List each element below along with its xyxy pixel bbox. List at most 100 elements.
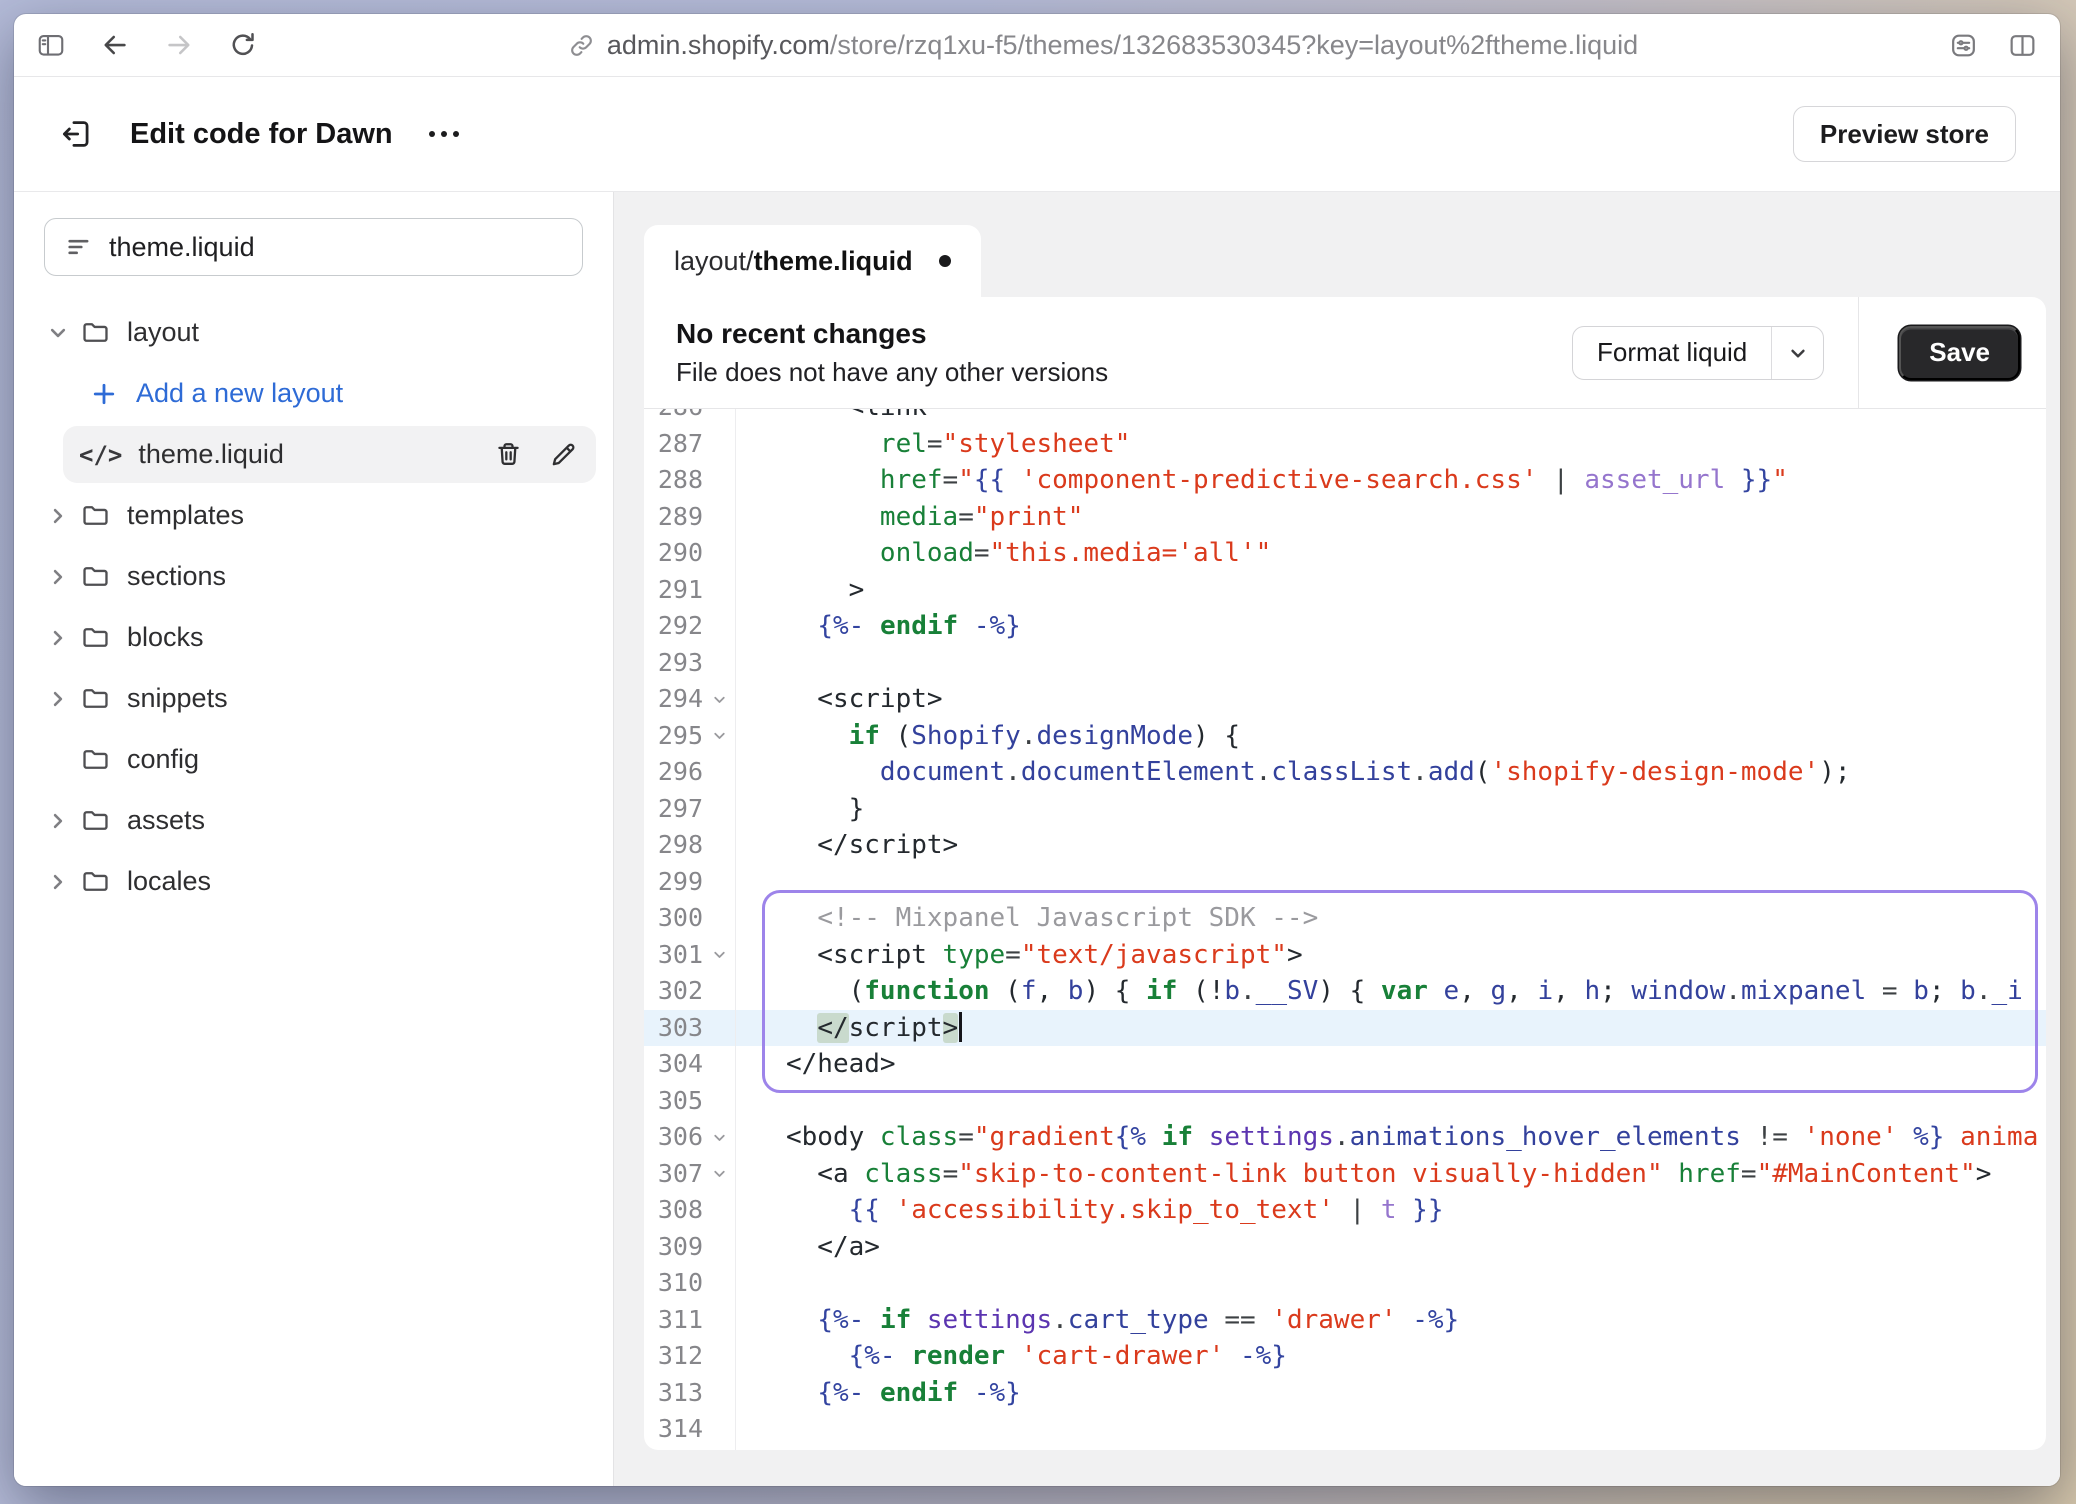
fold-chevron-icon[interactable] <box>703 1129 735 1146</box>
code-text[interactable] <box>736 864 2046 901</box>
code-line-298[interactable]: 298 </script> <box>644 827 2046 864</box>
code-text[interactable]: <link <box>736 409 2046 426</box>
chevron-down-icon[interactable] <box>1771 327 1823 379</box>
code-text[interactable]: {% sections 'header-group' %} <box>736 1448 2046 1451</box>
fold-chevron-icon[interactable] <box>703 691 735 708</box>
more-actions-button[interactable] <box>429 131 459 137</box>
code-text[interactable]: </a> <box>736 1229 2046 1266</box>
chevron-right-icon[interactable] <box>44 807 80 835</box>
code-text[interactable]: {%- if settings.cart_type == 'drawer' -%… <box>736 1302 2046 1339</box>
address-bar[interactable]: admin.shopify.com/store/rzq1xu-f5/themes… <box>258 30 1948 61</box>
code-line-301[interactable]: 301 <script type="text/javascript"> <box>644 937 2046 974</box>
code-text[interactable]: <a class="skip-to-content-link button vi… <box>736 1156 2046 1193</box>
code-text[interactable]: href="{{ 'component-predictive-search.cs… <box>736 462 2046 499</box>
code-text[interactable] <box>736 1083 2046 1120</box>
chevron-right-icon[interactable] <box>44 624 80 652</box>
sidebar-item-blocks[interactable]: blocks <box>14 609 613 666</box>
code-line-307[interactable]: 307 <a class="skip-to-content-link butto… <box>644 1156 2046 1193</box>
code-editor[interactable]: 286 <link287 rel="stylesheet"288 href="{… <box>644 409 2046 1450</box>
file-search-box[interactable] <box>44 218 583 276</box>
exit-icon[interactable] <box>58 116 94 152</box>
sidebar-item-layout[interactable]: layout <box>14 304 613 361</box>
page-settings-icon[interactable] <box>1948 30 1979 61</box>
sidebar-toggle-icon[interactable] <box>36 30 66 60</box>
code-line-293[interactable]: 293 <box>644 645 2046 682</box>
fold-chevron-icon[interactable] <box>703 1165 735 1182</box>
code-text[interactable]: {%- endif -%} <box>736 608 2046 645</box>
chevron-down-icon[interactable] <box>44 319 80 347</box>
code-text[interactable] <box>736 1411 2046 1448</box>
code-text[interactable]: <body class="gradient{% if settings.anim… <box>736 1119 2046 1156</box>
code-line-306[interactable]: 306<body class="gradient{% if settings.a… <box>644 1119 2046 1156</box>
code-text[interactable]: {%- endif -%} <box>736 1375 2046 1412</box>
fold-chevron-icon[interactable] <box>703 946 735 963</box>
code-line-310[interactable]: 310 <box>644 1265 2046 1302</box>
code-text[interactable]: } <box>736 791 2046 828</box>
code-line-312[interactable]: 312 {%- render 'cart-drawer' -%} <box>644 1338 2046 1375</box>
sidebar-item-sections[interactable]: sections <box>14 548 613 605</box>
code-line-311[interactable]: 311 {%- if settings.cart_type == 'drawer… <box>644 1302 2046 1339</box>
chevron-right-icon[interactable] <box>44 563 80 591</box>
code-line-314[interactable]: 314 <box>644 1411 2046 1448</box>
code-text[interactable]: </head> <box>736 1046 2046 1083</box>
code-line-302[interactable]: 302 (function (f, b) { if (!b.__SV) { va… <box>644 973 2046 1010</box>
code-text[interactable]: media="print" <box>736 499 2046 536</box>
format-liquid-label[interactable]: Format liquid <box>1573 327 1771 379</box>
code-text[interactable]: {{ 'accessibility.skip_to_text' | t }} <box>736 1192 2046 1229</box>
chevron-right-icon[interactable] <box>44 685 80 713</box>
sidebar-item-templates[interactable]: templates <box>14 487 613 544</box>
chevron-right-icon[interactable] <box>44 502 80 530</box>
code-text[interactable]: > <box>736 572 2046 609</box>
code-line-299[interactable]: 299 <box>644 864 2046 901</box>
code-line-294[interactable]: 294 <script> <box>644 681 2046 718</box>
reload-icon[interactable] <box>228 30 258 60</box>
code-line-286[interactable]: 286 <link <box>644 409 2046 426</box>
code-line-303[interactable]: 303 </script> <box>644 1010 2046 1047</box>
sidebar-item-add-a-new-layout[interactable]: Add a new layout <box>14 365 613 422</box>
code-text[interactable]: </script> <box>736 1010 2046 1047</box>
forward-icon[interactable] <box>164 30 194 60</box>
code-text[interactable]: <!-- Mixpanel Javascript SDK --> <box>736 900 2046 937</box>
fold-chevron-icon[interactable] <box>703 727 735 744</box>
chevron-right-icon[interactable] <box>44 868 80 896</box>
code-line-289[interactable]: 289 media="print" <box>644 499 2046 536</box>
format-liquid-button[interactable]: Format liquid <box>1572 326 1824 380</box>
code-line-292[interactable]: 292 {%- endif -%} <box>644 608 2046 645</box>
tab-theme-liquid[interactable]: layout/theme.liquid <box>644 225 981 297</box>
sidebar-item-assets[interactable]: assets <box>14 792 613 849</box>
code-line-304[interactable]: 304</head> <box>644 1046 2046 1083</box>
sidebar-item-snippets[interactable]: snippets <box>14 670 613 727</box>
trash-icon[interactable] <box>494 440 523 469</box>
save-button[interactable]: Save <box>1899 326 2020 380</box>
search-input[interactable] <box>109 232 562 263</box>
sidebar-item-locales[interactable]: locales <box>14 853 613 910</box>
code-text[interactable]: if (Shopify.designMode) { <box>736 718 2046 755</box>
code-line-297[interactable]: 297 } <box>644 791 2046 828</box>
code-text[interactable] <box>736 1265 2046 1302</box>
code-text[interactable]: <script type="text/javascript"> <box>736 937 2046 974</box>
code-text[interactable]: </script> <box>736 827 2046 864</box>
code-line-296[interactable]: 296 document.documentElement.classList.a… <box>644 754 2046 791</box>
code-line-288[interactable]: 288 href="{{ 'component-predictive-searc… <box>644 462 2046 499</box>
code-line-295[interactable]: 295 if (Shopify.designMode) { <box>644 718 2046 755</box>
pencil-icon[interactable] <box>549 440 578 469</box>
code-text[interactable]: rel="stylesheet" <box>736 426 2046 463</box>
code-line-291[interactable]: 291 > <box>644 572 2046 609</box>
code-line-313[interactable]: 313 {%- endif -%} <box>644 1375 2046 1412</box>
code-line-290[interactable]: 290 onload="this.media='all'" <box>644 535 2046 572</box>
code-line-287[interactable]: 287 rel="stylesheet" <box>644 426 2046 463</box>
code-text[interactable]: {%- render 'cart-drawer' -%} <box>736 1338 2046 1375</box>
split-view-icon[interactable] <box>2007 30 2038 61</box>
code-text[interactable] <box>736 645 2046 682</box>
code-line-315[interactable]: 315 {% sections 'header-group' %} <box>644 1448 2046 1451</box>
code-text[interactable]: document.documentElement.classList.add('… <box>736 754 2046 791</box>
code-line-300[interactable]: 300 <!-- Mixpanel Javascript SDK --> <box>644 900 2046 937</box>
sidebar-item-theme-liquid[interactable]: </>theme.liquid <box>63 426 596 483</box>
code-text[interactable]: onload="this.media='all'" <box>736 535 2046 572</box>
sidebar-item-config[interactable]: config <box>14 731 613 788</box>
code-text[interactable]: <script> <box>736 681 2046 718</box>
code-line-309[interactable]: 309 </a> <box>644 1229 2046 1266</box>
code-text[interactable]: (function (f, b) { if (!b.__SV) { var e,… <box>736 973 2046 1010</box>
back-icon[interactable] <box>100 30 130 60</box>
code-line-305[interactable]: 305 <box>644 1083 2046 1120</box>
